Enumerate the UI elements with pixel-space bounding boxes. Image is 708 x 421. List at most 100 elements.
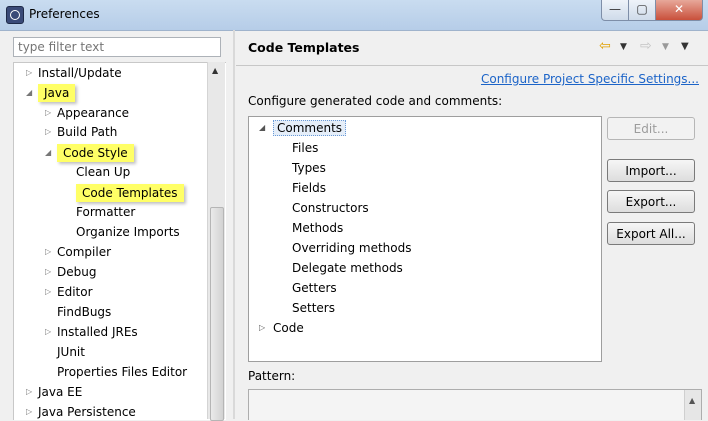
pattern-label: Pattern:: [248, 369, 296, 383]
collapsed-arrow-icon[interactable]: ▷: [45, 322, 55, 342]
template-tree-label: Comments: [273, 120, 347, 136]
tree-item-label: Formatter: [76, 205, 136, 219]
template-tree-label: Setters: [292, 301, 335, 315]
tree-item-label: Java EE: [38, 385, 83, 399]
back-dropdown-icon[interactable]: ▼: [620, 42, 627, 52]
collapsed-arrow-icon[interactable]: ▷: [26, 63, 36, 83]
page-title: Code Templates: [248, 40, 360, 55]
tree-item[interactable]: ▷ Build Path: [45, 122, 118, 142]
tree-item-label: Install/Update: [38, 66, 122, 80]
template-tree-label: Delegate methods: [292, 261, 403, 275]
template-tree-item[interactable]: Fields: [292, 178, 326, 198]
tree-item[interactable]: ◢ Java: [26, 83, 76, 103]
collapsed-arrow-icon[interactable]: ▷: [45, 103, 55, 123]
collapsed-arrow-icon[interactable]: ▷: [259, 318, 265, 338]
pattern-text-area[interactable]: ▲: [248, 389, 702, 420]
forward-arrow-icon[interactable]: ⇨: [640, 38, 652, 54]
tree-item-label: Clean Up: [76, 165, 131, 179]
expanded-arrow-icon[interactable]: ◢: [45, 143, 55, 163]
template-tree-item[interactable]: ◢ Comments: [259, 118, 347, 138]
template-tree-item[interactable]: Methods: [292, 218, 343, 238]
tree-item[interactable]: FindBugs: [57, 302, 111, 322]
tree-item-label: JUnit: [57, 345, 85, 359]
template-tree-label: Constructors: [292, 201, 369, 215]
scroll-up-arrow-icon[interactable]: ▲: [212, 66, 218, 75]
tree-item[interactable]: Organize Imports: [76, 222, 180, 242]
templates-tree: ◢ Comments Files Types Fields Constructors Met…: [248, 116, 602, 362]
template-tree-item[interactable]: Getters: [292, 278, 337, 298]
tree-item-label: Code Style: [57, 144, 134, 162]
tree-item[interactable]: ▷ Installed JREs: [45, 322, 138, 342]
collapsed-arrow-icon[interactable]: ▷: [45, 262, 55, 282]
template-tree-item[interactable]: ▷ Code: [259, 318, 304, 338]
template-tree-item[interactable]: Setters: [292, 298, 335, 318]
window-title: Preferences: [29, 7, 100, 21]
import-button[interactable]: Import...: [607, 159, 695, 182]
expanded-arrow-icon[interactable]: ◢: [26, 83, 36, 103]
tree-item[interactable]: Code Templates: [76, 183, 184, 203]
page-description: Configure generated code and comments:: [248, 94, 503, 108]
tree-item[interactable]: JUnit: [57, 342, 85, 362]
tree-item-label: Compiler: [57, 245, 112, 259]
tree-item[interactable]: ▷ Compiler: [45, 242, 112, 262]
tree-item-label: Java Persistence: [38, 405, 136, 419]
minimize-button[interactable]: —: [601, 0, 629, 21]
filter-input[interactable]: [13, 37, 221, 57]
preferences-tree: ▷ Install/Update ◢ Java ▷ Appearance ▷ Build Pa…: [13, 62, 226, 420]
configure-project-settings-link[interactable]: Configure Project Specific Settings...: [481, 72, 699, 86]
tree-item[interactable]: ▷ Install/Update: [26, 63, 122, 83]
edit-button[interactable]: Edit...: [607, 117, 695, 140]
tree-scrollbar[interactable]: ▲: [207, 62, 225, 421]
tree-item-label: FindBugs: [57, 305, 112, 319]
close-button[interactable]: ✕: [655, 0, 703, 21]
eclipse-icon: [6, 6, 24, 24]
scroll-up-arrow-icon[interactable]: ▲: [689, 396, 695, 405]
collapsed-arrow-icon[interactable]: ▷: [45, 122, 55, 142]
scroll-thumb[interactable]: [210, 207, 224, 421]
tree-item[interactable]: ▷ Java EE: [26, 382, 83, 402]
export-button[interactable]: Export...: [607, 190, 695, 213]
template-tree-label: Types: [292, 161, 326, 175]
template-tree-label: Files: [292, 141, 319, 155]
header-divider: [236, 65, 708, 66]
template-tree-item[interactable]: Files: [292, 138, 318, 158]
tree-item-label: Organize Imports: [76, 225, 180, 239]
tree-item[interactable]: ▷ Appearance: [45, 103, 130, 123]
tree-item-label: Appearance: [57, 106, 130, 120]
template-tree-item[interactable]: Overriding methods: [292, 238, 412, 258]
collapsed-arrow-icon[interactable]: ▷: [45, 282, 55, 302]
panel-divider[interactable]: [233, 30, 235, 419]
collapsed-arrow-icon[interactable]: ▷: [45, 242, 55, 262]
template-tree-item[interactable]: Types: [292, 158, 326, 178]
tree-item-label: Java: [38, 84, 76, 102]
collapsed-arrow-icon[interactable]: ▷: [26, 382, 36, 402]
tree-item-label: Debug: [57, 265, 97, 279]
tree-item[interactable]: Clean Up: [76, 162, 130, 182]
template-tree-label: Getters: [292, 281, 337, 295]
back-arrow-icon[interactable]: ⇦: [599, 38, 611, 54]
pattern-scrollbar[interactable]: ▲: [684, 390, 701, 420]
template-tree-item[interactable]: Delegate methods: [292, 258, 403, 278]
tree-item-label: Installed JREs: [57, 325, 138, 339]
tree-item[interactable]: ▷ Editor: [45, 282, 93, 302]
template-tree-label: Code: [273, 321, 304, 335]
tree-item-label: Editor: [57, 285, 93, 299]
preference-page: Code Templates ⇦ ▼ ⇨ ▼ ▼ Configure Proje…: [236, 30, 708, 420]
forward-dropdown-icon[interactable]: ▼: [662, 42, 669, 52]
export-all-button[interactable]: Export All...: [607, 222, 695, 245]
tree-item-label: Build Path: [57, 125, 118, 139]
tree-item[interactable]: ▷ Debug: [45, 262, 97, 282]
template-tree-item[interactable]: Constructors: [292, 198, 369, 218]
collapsed-arrow-icon[interactable]: ▷: [26, 402, 36, 420]
tree-item-label: Properties Files Editor: [57, 365, 188, 379]
tree-item[interactable]: Formatter: [76, 202, 135, 222]
tree-item[interactable]: Properties Files Editor: [57, 362, 187, 382]
maximize-button[interactable]: ▢: [628, 0, 656, 21]
template-tree-label: Methods: [292, 221, 344, 235]
tree-item[interactable]: ◢ Code Style: [45, 143, 134, 163]
tree-item[interactable]: ▷ Java Persistence: [26, 402, 136, 420]
view-menu-icon[interactable]: ▼: [681, 41, 689, 52]
tree-item-label: Code Templates: [76, 184, 184, 202]
template-tree-label: Overriding methods: [292, 241, 412, 255]
expanded-arrow-icon[interactable]: ◢: [259, 118, 265, 138]
